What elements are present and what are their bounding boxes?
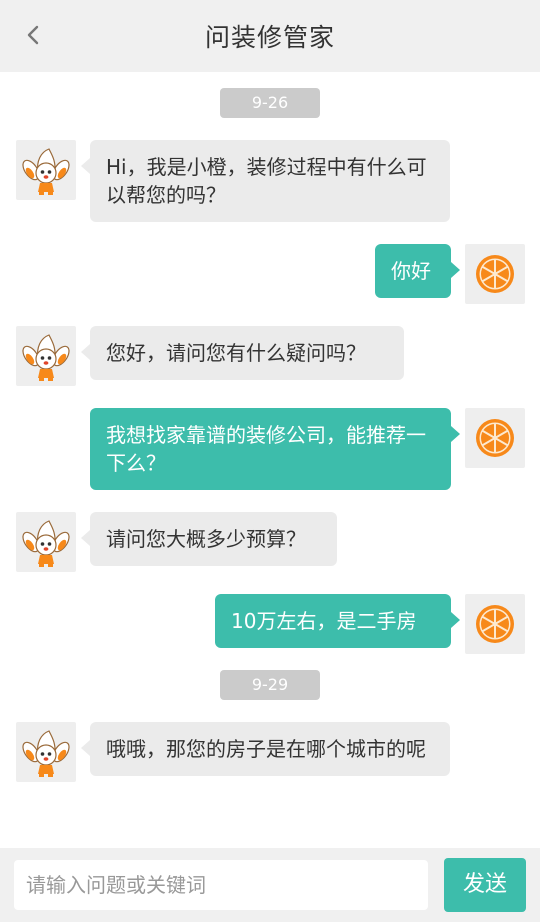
user-avatar[interactable] [465,408,525,468]
bot-message: 您好，请问您有什么疑问吗？ [81,326,404,380]
bot-message: 请问您大概多少预算？ [81,512,337,566]
user-message: 你好 [375,244,460,298]
timestamp: 9-26 11:53 [220,88,320,142]
user-avatar[interactable] [465,244,525,304]
input-bar: 发送 [0,848,540,922]
orange-slice-icon [476,419,514,457]
bot-avatar[interactable] [16,326,76,386]
bot-avatar[interactable] [16,722,76,782]
chat-area[interactable]: 9-26 11:53 Hi，我是小橙，装修过程中有什么可以帮您的吗？ 你好 您好… [0,72,540,848]
orange-slice-icon [476,605,514,643]
bot-message: Hi，我是小橙，装修过程中有什么可以帮您的吗？ [81,140,450,222]
app-header: 问装修管家 [0,0,540,72]
timestamp: 9-29 13:22 [220,670,320,724]
bot-avatar[interactable] [16,140,76,200]
chevron-left-icon [27,25,39,45]
mascot-icon [22,148,70,195]
orange-slice-icon [476,255,514,293]
mascot-icon [22,334,70,381]
user-message: 我想找家靠谱的装修公司，能推荐一下么？ [90,408,460,490]
page-title: 问装修管家 [204,23,335,52]
question-input[interactable] [14,860,428,910]
bot-avatar[interactable] [16,512,76,572]
user-message: 10万左右，是二手房 [215,594,460,648]
user-avatar[interactable] [465,594,525,654]
mascot-icon [22,520,70,567]
mascot-icon [22,730,70,777]
send-button[interactable]: 发送 [444,858,526,912]
back-button[interactable] [18,20,48,50]
bot-message: 哦哦，那您的房子是在哪个城市的呢 [81,722,450,776]
